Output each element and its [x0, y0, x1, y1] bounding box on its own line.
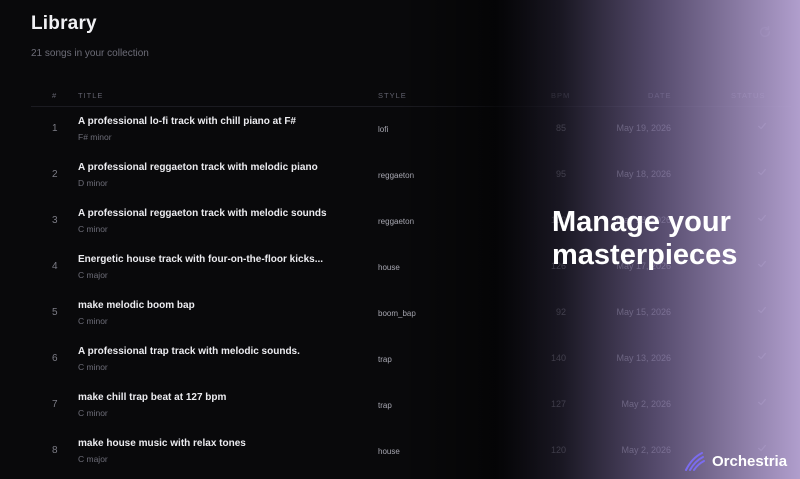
- orchestria-logo-icon: [685, 452, 705, 471]
- row-number: 3: [52, 215, 58, 226]
- song-key: C minor: [78, 408, 108, 418]
- song-count: 21 songs in your collection: [31, 48, 149, 59]
- song-date: May 2, 2026: [621, 445, 671, 455]
- song-key: D minor: [78, 178, 108, 188]
- song-bpm: 127: [550, 399, 566, 409]
- song-date: May 15, 2026: [616, 307, 671, 317]
- table-row[interactable]: 6 A professional trap track with melodic …: [31, 337, 791, 383]
- row-number: 5: [52, 307, 58, 318]
- row-number: 2: [52, 169, 58, 180]
- table-row[interactable]: 8 make house music with relax tones C majo…: [31, 429, 791, 475]
- row-number: 6: [52, 353, 58, 364]
- song-style: reggaeton: [378, 171, 415, 180]
- song-bpm: 92: [555, 307, 566, 317]
- brand: Orchestria: [684, 450, 787, 472]
- song-date: May 13, 2026: [616, 353, 671, 363]
- check-icon: [758, 306, 766, 314]
- check-icon: [758, 122, 766, 130]
- song-key: C minor: [78, 224, 108, 234]
- column-bpm[interactable]: BPM: [551, 91, 570, 100]
- song-style: house: [378, 447, 400, 456]
- row-number: 7: [52, 399, 58, 410]
- song-bpm: 85: [555, 123, 566, 133]
- song-key: C minor: [78, 316, 108, 326]
- song-title[interactable]: Energetic house track with four-on-the-f…: [78, 254, 323, 265]
- song-style: boom_bap: [378, 309, 416, 318]
- song-key: C major: [78, 454, 108, 464]
- check-icon: [758, 352, 766, 360]
- song-key: F# minor: [78, 132, 112, 142]
- song-title[interactable]: make house music with relax tones: [78, 438, 246, 449]
- brand-name: Orchestria: [712, 452, 788, 470]
- song-style: reggaeton: [378, 217, 415, 226]
- song-title[interactable]: make melodic boom bap: [78, 300, 195, 311]
- song-bpm: 140: [550, 353, 566, 363]
- row-number: 1: [52, 123, 58, 134]
- promo-line-1: Manage your: [552, 206, 731, 238]
- song-style: trap: [378, 355, 392, 364]
- song-style: lofi: [378, 125, 389, 134]
- table-row[interactable]: 7 make chill trap beat at 127 bpm C minor t…: [31, 383, 791, 429]
- song-title[interactable]: A professional trap track with melodic s…: [78, 346, 300, 357]
- song-title[interactable]: A professional reggaeton track with melo…: [78, 208, 327, 219]
- page-title: Library: [31, 13, 97, 34]
- promo-line-2: masterpieces: [552, 239, 738, 271]
- column-date[interactable]: DATE: [648, 91, 671, 100]
- table-row[interactable]: 1 A professional lo-fi track with chill p…: [31, 107, 791, 153]
- song-date: May 2, 2026: [621, 399, 671, 409]
- promo-headline: Manage your masterpieces: [552, 206, 792, 272]
- table-header: # TITLE STYLE BPM DATE STATUS: [31, 88, 791, 107]
- refresh-icon[interactable]: [758, 25, 772, 39]
- song-key: C minor: [78, 362, 108, 372]
- column-style[interactable]: STYLE: [378, 91, 407, 100]
- song-title[interactable]: A professional lo-fi track with chill pi…: [78, 116, 296, 127]
- song-bpm: 120: [550, 445, 566, 455]
- song-style: house: [378, 263, 400, 272]
- column-status: STATUS: [731, 91, 766, 100]
- check-icon: [758, 398, 766, 406]
- song-key: C major: [78, 270, 108, 280]
- song-title[interactable]: make chill trap beat at 127 bpm: [78, 392, 226, 403]
- row-number: 8: [52, 445, 58, 456]
- song-style: trap: [378, 401, 392, 410]
- song-date: May 18, 2026: [616, 169, 671, 179]
- table-row[interactable]: 2 A professional reggaeton track with mel…: [31, 153, 791, 199]
- song-title[interactable]: A professional reggaeton track with melo…: [78, 162, 318, 173]
- table-row[interactable]: 5 make melodic boom bap C minor boom_bap 92 M…: [31, 291, 791, 337]
- row-number: 4: [52, 261, 58, 272]
- column-title[interactable]: TITLE: [78, 91, 103, 100]
- song-bpm: 95: [555, 169, 566, 179]
- column-number: #: [52, 91, 58, 100]
- song-date: May 19, 2026: [616, 123, 671, 133]
- library-header: Library 21 songs in your collection: [31, 13, 149, 59]
- check-icon: [758, 168, 766, 176]
